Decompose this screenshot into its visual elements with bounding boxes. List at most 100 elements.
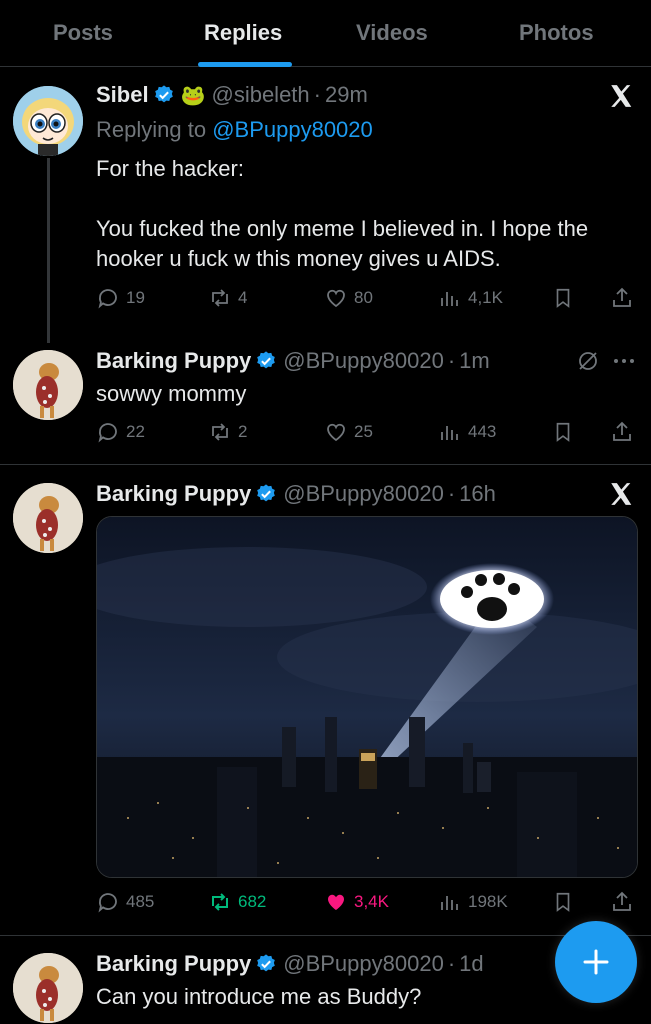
repost-count: 4 xyxy=(238,288,248,307)
author-name[interactable]: Barking Puppy xyxy=(96,951,251,977)
compose-button[interactable] xyxy=(555,921,637,1003)
repost-icon xyxy=(212,423,228,441)
heart-icon xyxy=(327,289,345,308)
like-count: 25 xyxy=(354,422,373,441)
dog-avatar-icon xyxy=(13,483,83,553)
repost-count: 682 xyxy=(238,892,267,911)
author-handle[interactable]: @BPuppy80020 xyxy=(283,951,444,977)
action-bar: 485 682 3,4K 198K xyxy=(96,890,636,916)
reply-button[interactable]: 22 xyxy=(96,420,145,444)
plus-icon xyxy=(583,949,609,975)
profile-tabs: Posts Replies Videos Photos xyxy=(0,0,651,67)
reply-icon xyxy=(98,893,117,913)
grok-icon[interactable] xyxy=(576,349,600,373)
views-button[interactable]: 198K xyxy=(438,890,508,914)
action-bar: 22 2 25 443 xyxy=(96,420,636,446)
like-button[interactable]: 80 xyxy=(324,286,373,310)
reply-icon xyxy=(98,289,117,309)
author-name[interactable]: Barking Puppy xyxy=(96,481,251,507)
share-icon[interactable] xyxy=(610,286,634,310)
action-bar: 19 4 80 4,1K xyxy=(96,286,636,312)
heart-filled-icon xyxy=(328,894,345,910)
reply-button[interactable]: 485 xyxy=(96,890,154,914)
author-handle[interactable]: @BPuppy80020 xyxy=(283,348,444,374)
divider xyxy=(0,464,651,465)
replying-mention[interactable]: @BPuppy80020 xyxy=(212,117,373,142)
share-icon[interactable] xyxy=(610,890,634,914)
tab-replies[interactable]: Replies xyxy=(204,20,282,46)
post-time[interactable]: 1d xyxy=(459,951,483,977)
bookmark-icon[interactable] xyxy=(552,890,574,914)
separator-dot: · xyxy=(447,348,456,373)
tab-photos[interactable]: Photos xyxy=(519,20,594,46)
like-button[interactable]: 3,4K xyxy=(324,890,389,914)
avatar[interactable] xyxy=(13,953,83,1023)
author-handle[interactable]: @sibeleth xyxy=(211,82,309,108)
avatar[interactable] xyxy=(13,86,83,156)
replying-prefix: Replying to xyxy=(96,117,207,142)
view-count: 198K xyxy=(468,892,508,911)
author-handle[interactable]: @BPuppy80020 xyxy=(283,481,444,507)
heart-icon xyxy=(327,423,345,442)
badge-emoji: 🐸 xyxy=(180,84,206,107)
verified-badge-icon xyxy=(257,954,276,972)
views-icon xyxy=(441,292,458,306)
repost-count: 2 xyxy=(238,422,248,441)
post-text: sowwy mommy xyxy=(96,381,247,406)
reply-count: 19 xyxy=(126,288,145,307)
tab-posts[interactable]: Posts xyxy=(53,20,113,46)
verified-badge-icon xyxy=(257,351,276,369)
share-icon[interactable] xyxy=(610,420,634,444)
divider xyxy=(0,935,651,936)
like-count: 80 xyxy=(354,288,373,307)
more-icon[interactable] xyxy=(612,357,636,365)
views-button[interactable]: 443 xyxy=(438,420,496,444)
tab-videos[interactable]: Videos xyxy=(356,20,428,46)
verified-badge-icon xyxy=(257,484,276,502)
bubbles-avatar-icon xyxy=(13,86,83,156)
separator-dot: · xyxy=(313,82,321,107)
post-text-line: hooker u fuck w this money gives u AIDS. xyxy=(96,246,501,271)
thread-line xyxy=(47,158,50,343)
repost-icon xyxy=(212,893,228,911)
active-tab-indicator xyxy=(198,62,292,67)
bookmark-icon[interactable] xyxy=(552,420,574,444)
view-count: 4,1K xyxy=(468,288,503,307)
reply-count: 485 xyxy=(126,892,155,911)
post-text: Can you introduce me as Buddy? xyxy=(96,984,422,1009)
like-button[interactable]: 25 xyxy=(324,420,373,444)
bookmark-icon[interactable] xyxy=(552,286,574,310)
night-city-paw-signal-image xyxy=(97,517,637,877)
author-name[interactable]: Barking Puppy xyxy=(96,348,251,374)
post-image[interactable] xyxy=(96,516,638,878)
separator-dot: · xyxy=(447,951,456,976)
avatar[interactable] xyxy=(13,483,83,553)
dog-avatar-icon xyxy=(13,953,83,1023)
x-logo-icon xyxy=(611,85,632,107)
avatar[interactable] xyxy=(13,350,83,420)
author-name[interactable]: Sibel xyxy=(96,82,149,108)
post-header: Sibel 🐸 @sibeleth · 29m xyxy=(96,82,368,108)
reply-count: 22 xyxy=(126,422,145,441)
view-count: 443 xyxy=(468,422,497,441)
repost-button[interactable]: 4 xyxy=(208,286,247,310)
like-count: 3,4K xyxy=(354,892,389,911)
post-text-line: You fucked the only meme I believed in. … xyxy=(96,216,589,241)
repost-button[interactable]: 2 xyxy=(208,420,247,444)
post-text: For the hacker: xyxy=(96,156,244,181)
reply-button[interactable]: 19 xyxy=(96,286,145,310)
post-time[interactable]: 1m xyxy=(459,348,490,374)
repost-icon xyxy=(212,289,228,307)
post-header: Barking Puppy @BPuppy80020 · 1d xyxy=(96,951,484,977)
views-button[interactable]: 4,1K xyxy=(438,286,503,310)
views-icon xyxy=(441,426,458,440)
repost-button[interactable]: 682 xyxy=(208,890,266,914)
post-time[interactable]: 29m xyxy=(325,82,368,108)
post-header: Barking Puppy @BPuppy80020 · 1m xyxy=(96,348,490,374)
replying-to: Replying to @BPuppy80020 xyxy=(96,117,373,143)
separator-dot: · xyxy=(447,481,456,506)
views-icon xyxy=(441,896,458,910)
verified-badge-icon xyxy=(154,85,173,103)
dog-avatar-icon xyxy=(13,350,83,420)
post-time[interactable]: 16h xyxy=(459,481,496,507)
